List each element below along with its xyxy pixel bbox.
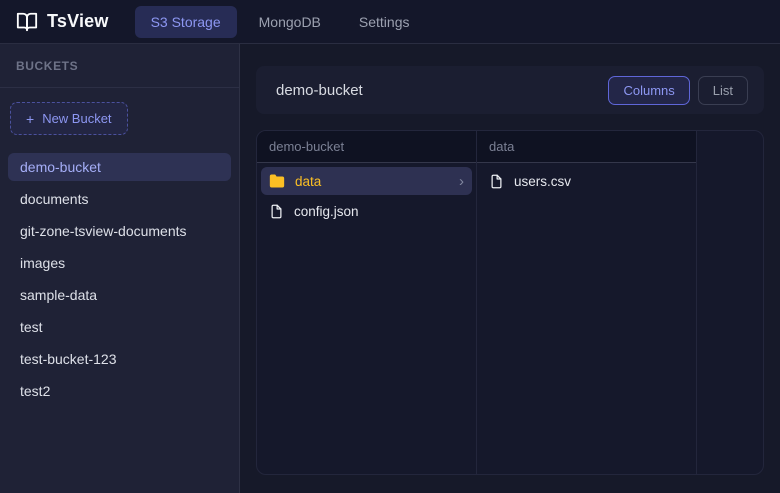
folder-icon — [269, 173, 285, 189]
app-logo[interactable]: TsView — [16, 11, 109, 33]
file-name: config.json — [294, 204, 359, 219]
file-icon — [489, 174, 504, 189]
file-row-config-json[interactable]: config.json — [261, 197, 472, 225]
plus-icon: + — [26, 112, 34, 126]
bucket-item-images[interactable]: images — [8, 249, 231, 277]
tab-s3-storage[interactable]: S3 Storage — [135, 6, 237, 38]
bucket-item-documents[interactable]: documents — [8, 185, 231, 213]
bucket-list: demo-bucket documents git-zone-tsview-do… — [0, 153, 239, 409]
bucket-item-demo-bucket[interactable]: demo-bucket — [8, 153, 231, 181]
list-view-button[interactable]: List — [698, 76, 748, 105]
folder-name: data — [295, 174, 321, 189]
column-header: data — [477, 131, 696, 163]
nav-tabs: S3 Storage MongoDB Settings — [135, 6, 426, 38]
browser-column-demo-bucket: demo-bucket data › — [257, 131, 477, 474]
new-bucket-label: New Bucket — [42, 111, 111, 126]
bucket-item-sample-data[interactable]: sample-data — [8, 281, 231, 309]
bucket-item-test2[interactable]: test2 — [8, 377, 231, 405]
open-book-icon — [16, 11, 38, 33]
bucket-item-test-bucket-123[interactable]: test-bucket-123 — [8, 345, 231, 373]
main-content: demo-bucket Columns List demo-bucket dat… — [240, 44, 780, 493]
buckets-sidebar: BUCKETS + New Bucket demo-bucket documen… — [0, 44, 240, 493]
file-browser: demo-bucket data › — [256, 130, 764, 475]
file-name: users.csv — [514, 174, 571, 189]
bucket-item-test[interactable]: test — [8, 313, 231, 341]
file-icon — [269, 204, 284, 219]
chevron-right-icon: › — [459, 174, 464, 189]
column-header: demo-bucket — [257, 131, 476, 163]
browser-column-data: data users.csv — [477, 131, 697, 474]
folder-row-data[interactable]: data › — [261, 167, 472, 195]
column-body: data › config.json — [257, 163, 476, 231]
new-bucket-button[interactable]: + New Bucket — [10, 102, 128, 135]
bucket-panel-header: demo-bucket Columns List — [256, 66, 764, 114]
columns-view-button[interactable]: Columns — [608, 76, 689, 105]
bucket-title: demo-bucket — [276, 82, 608, 99]
bucket-item-git-zone-tsview-documents[interactable]: git-zone-tsview-documents — [8, 217, 231, 245]
browser-empty-area — [697, 131, 763, 474]
tab-settings[interactable]: Settings — [343, 6, 426, 38]
tab-mongodb[interactable]: MongoDB — [243, 6, 337, 38]
file-row-users-csv[interactable]: users.csv — [481, 167, 692, 195]
column-body: users.csv — [477, 163, 696, 201]
app-title: TsView — [47, 11, 109, 32]
buckets-heading: BUCKETS — [0, 44, 239, 88]
top-navbar: TsView S3 Storage MongoDB Settings — [0, 0, 780, 44]
